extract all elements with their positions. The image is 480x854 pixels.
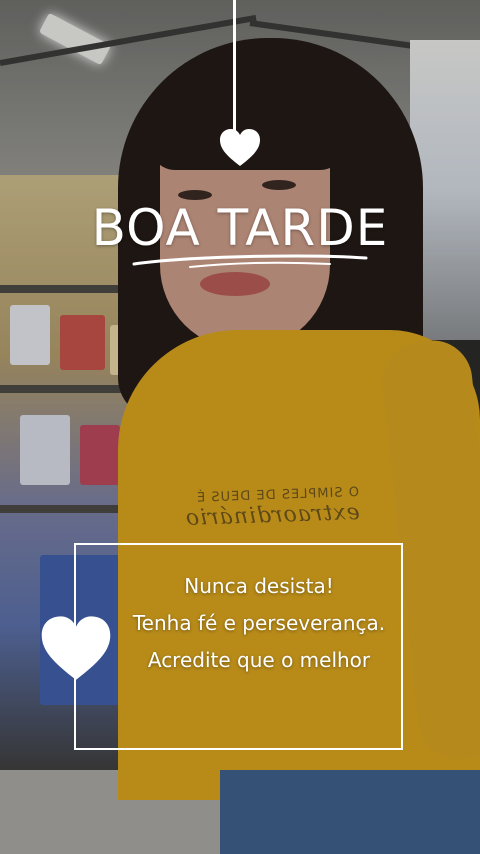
message-line: Tenha fé e perseverança. xyxy=(132,611,386,635)
hanging-string xyxy=(233,0,236,134)
heart-icon xyxy=(41,616,111,680)
title-underline xyxy=(132,254,368,268)
greeting-title: BOA TARDE xyxy=(91,199,389,257)
message-line: Nunca desista! xyxy=(184,574,334,598)
message-line: Acredite que o melhor xyxy=(147,648,371,672)
story-screen: O SIMPLES DE DEUS É extraordinário BOA T… xyxy=(0,0,480,854)
heart-icon xyxy=(220,129,260,166)
